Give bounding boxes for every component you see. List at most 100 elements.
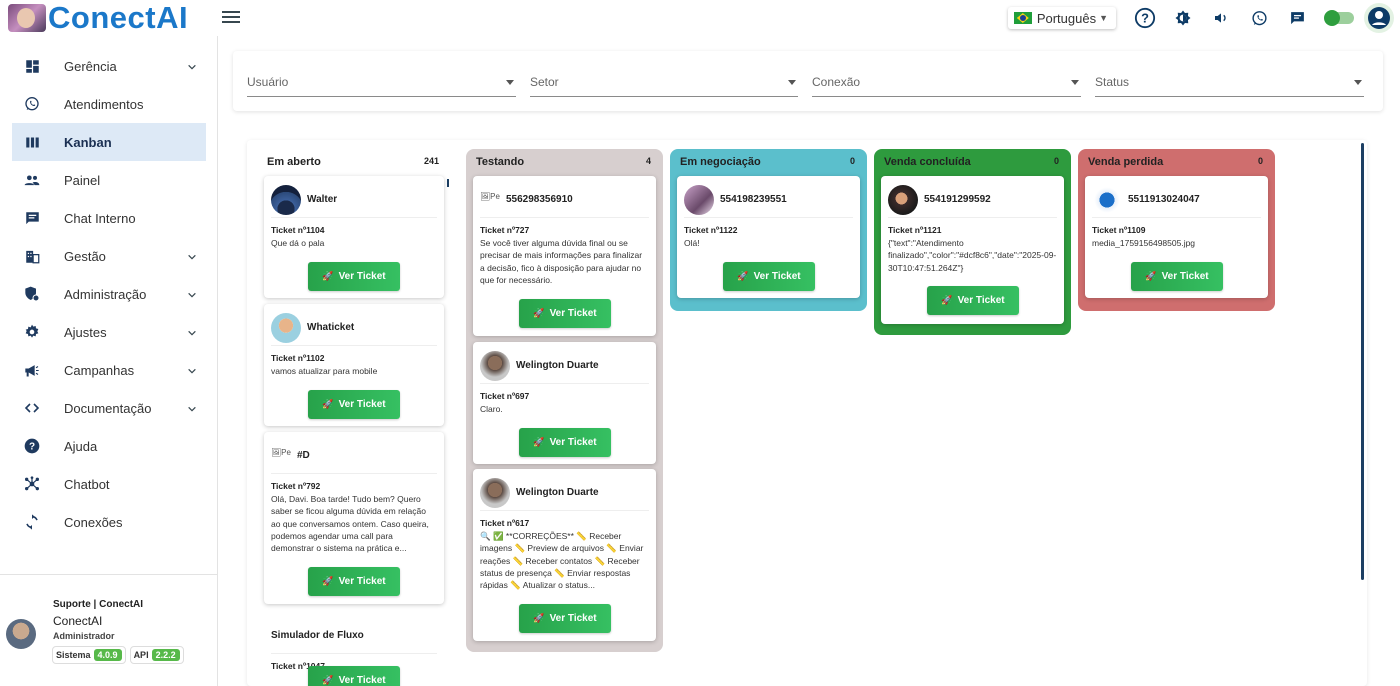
ticket-card[interactable]: Welington Duarte Ticket nº617 🔍 ✅ **CORREÇ… bbox=[473, 469, 656, 641]
lane-header: Em aberto 241 bbox=[267, 156, 439, 172]
ver-ticket-label: Ver Ticket bbox=[753, 271, 801, 282]
help-circle-icon[interactable]: ? bbox=[1134, 7, 1156, 29]
sidebar-item-administracao[interactable]: Administração bbox=[0, 275, 217, 313]
ver-ticket-button[interactable]: 🚀 Ver Ticket bbox=[519, 428, 611, 457]
lane-header: Testando 4 bbox=[476, 156, 651, 172]
ticket-card[interactable]: 🖼Pe 556298356910 Ticket nº727 Se você tiver… bbox=[473, 176, 656, 336]
sidebar-item-label: Documentação bbox=[64, 400, 152, 416]
sidebar-item-ajustes[interactable]: Ajustes bbox=[0, 313, 217, 351]
ver-ticket-label: Ver Ticket bbox=[338, 271, 386, 282]
sidebar-item-painel[interactable]: Painel bbox=[0, 161, 217, 199]
rocket-icon: 🚀 bbox=[941, 295, 953, 305]
card-header: Welington Duarte bbox=[480, 348, 649, 384]
sidebar-item-chat-interno[interactable]: Chat Interno bbox=[0, 199, 217, 237]
svg-text:?: ? bbox=[29, 442, 35, 453]
ver-ticket-button[interactable]: 🚀 Ver Ticket bbox=[308, 390, 400, 419]
menu-toggle-button[interactable] bbox=[222, 8, 240, 26]
sidebar-item-label: Campanhas bbox=[64, 362, 135, 378]
sidebar: Gerência Atendimentos Kanban Painel Chat Int… bbox=[0, 36, 218, 686]
chevron-down-icon[interactable] bbox=[187, 60, 197, 75]
hub-icon bbox=[24, 476, 40, 492]
contact-name: Simulador de Fluxo bbox=[271, 630, 364, 641]
ver-ticket-label: Ver Ticket bbox=[957, 295, 1005, 306]
sidebar-item-chatbot[interactable]: Chatbot bbox=[0, 465, 217, 503]
lane-scrollbar[interactable] bbox=[447, 179, 449, 187]
last-message: Que dá o pala bbox=[271, 238, 325, 248]
sidebar-nav: Gerência Atendimentos Kanban Painel Chat Int… bbox=[0, 47, 217, 541]
logo-text: ConectAI bbox=[48, 0, 189, 35]
contact-avatar bbox=[1092, 184, 1122, 215]
sidebar-item-gerencia[interactable]: Gerência bbox=[0, 47, 217, 85]
contact-name: Welington Duarte bbox=[516, 487, 599, 498]
user-avatar[interactable] bbox=[6, 619, 36, 649]
ticket-card[interactable]: Walter Ticket nº1104 Que dá o pala 🚀 Ver Tic… bbox=[264, 176, 444, 298]
chevron-down-icon[interactable] bbox=[187, 288, 197, 303]
card-header: 554198239551 bbox=[684, 182, 853, 218]
ticket-number: Ticket nº697 bbox=[480, 391, 530, 401]
ver-ticket-button[interactable]: 🚀 Ver Ticket bbox=[723, 262, 815, 291]
card-header: 🖼Pe 556298356910 bbox=[480, 182, 649, 218]
chat-icon[interactable] bbox=[1286, 7, 1308, 29]
rocket-icon: 🚀 bbox=[737, 271, 749, 281]
user-name: ConectAI bbox=[53, 614, 103, 628]
ver-ticket-button[interactable]: 🚀 Ver Ticket bbox=[519, 604, 611, 633]
ticket-card[interactable]: 554191299592 Ticket nº1121 {"text":"Atendi… bbox=[881, 176, 1064, 324]
ver-ticket-button[interactable]: 🚀 Ver Ticket bbox=[308, 567, 400, 596]
ticket-card[interactable]: 5511913024047 Ticket nº1109 media_17591564… bbox=[1085, 176, 1268, 298]
sidebar-item-conexoes[interactable]: Conexões bbox=[0, 503, 217, 541]
language-selector[interactable]: Português ▼ bbox=[1008, 7, 1116, 29]
ver-ticket-button[interactable]: 🚀 Ver Ticket bbox=[519, 299, 611, 328]
chevron-down-icon[interactable] bbox=[187, 326, 197, 341]
sidebar-item-gestao[interactable]: Gestão bbox=[0, 237, 217, 275]
top-bar: ConectAI Português ▼ ? bbox=[0, 0, 1400, 36]
theme-toggle[interactable] bbox=[1324, 10, 1354, 26]
lane-title: Em negociação bbox=[680, 156, 761, 168]
sidebar-item-atendimentos[interactable]: Atendimentos bbox=[0, 85, 217, 123]
contact-name: 554191299592 bbox=[924, 194, 991, 205]
sidebar-item-label: Conexões bbox=[64, 514, 123, 530]
status-filter-select[interactable]: Status bbox=[1095, 75, 1364, 97]
ticket-number: Ticket nº1104 bbox=[271, 225, 325, 235]
sidebar-item-campanhas[interactable]: Campanhas bbox=[0, 351, 217, 389]
sidebar-item-label: Atendimentos bbox=[64, 96, 144, 112]
chevron-down-icon[interactable] bbox=[187, 250, 197, 265]
logo[interactable]: ConectAI bbox=[8, 0, 189, 35]
ticket-card[interactable]: Whaticket Ticket nº1102 vamos atualizar pa… bbox=[264, 304, 444, 426]
card-header: 554191299592 bbox=[888, 182, 1057, 218]
last-message: Olá, Davi. Boa tarde! Tudo bem? Quero sa… bbox=[271, 494, 429, 554]
ticket-card[interactable]: 🖼Pe #D Ticket nº792 Olá, Davi. Boa tarde! T… bbox=[264, 432, 444, 604]
connection-filter-select[interactable]: Conexão bbox=[812, 75, 1081, 97]
user-filter-select[interactable]: Usuário bbox=[247, 75, 516, 97]
brightness-icon[interactable] bbox=[1172, 7, 1194, 29]
ticket-card[interactable]: 554198239551 Ticket nº1122 Olá! 🚀 Ver Ticket bbox=[677, 176, 860, 298]
sidebar-item-kanban[interactable]: Kanban bbox=[12, 123, 206, 161]
account-icon[interactable] bbox=[1364, 3, 1394, 33]
ver-ticket-button[interactable]: 🚀 Ver Ticket bbox=[308, 666, 400, 686]
rocket-icon: 🚀 bbox=[533, 613, 545, 623]
ver-ticket-label: Ver Ticket bbox=[549, 613, 597, 624]
card-header: Whaticket bbox=[271, 310, 437, 346]
sync-icon bbox=[24, 514, 40, 530]
sector-filter-select[interactable]: Setor bbox=[530, 75, 798, 97]
ver-ticket-button[interactable]: 🚀 Ver Ticket bbox=[927, 286, 1019, 315]
contact-name: 556298356910 bbox=[506, 194, 573, 205]
ticket-card[interactable]: Welington Duarte Ticket nº697 Claro. 🚀 Ver T… bbox=[473, 342, 656, 464]
chevron-down-icon[interactable] bbox=[187, 402, 197, 417]
whatsapp-icon[interactable] bbox=[1248, 7, 1270, 29]
card-header: 5511913024047 bbox=[1092, 182, 1261, 218]
volume-icon[interactable] bbox=[1210, 7, 1232, 29]
last-message: Se você tiver alguma dúvida final ou se … bbox=[480, 238, 643, 285]
sidebar-item-documentacao[interactable]: Documentação bbox=[0, 389, 217, 427]
ticket-card[interactable]: Simulador de Fluxo Ticket nº1047 🚀 Ver Tick… bbox=[264, 612, 444, 686]
chevron-down-icon[interactable] bbox=[187, 364, 197, 379]
sidebar-item-ajuda[interactable]: ? Ajuda bbox=[0, 427, 217, 465]
board-scrollbar[interactable] bbox=[1361, 143, 1364, 580]
people-icon bbox=[24, 172, 40, 188]
ticket-number: Ticket nº1121 bbox=[888, 225, 942, 235]
last-message: 🔍 ✅ **CORREÇÕES** 📏 Receber imagens 📏 Pr… bbox=[480, 531, 644, 591]
ver-ticket-label: Ver Ticket bbox=[1161, 271, 1209, 282]
ver-ticket-button[interactable]: 🚀 Ver Ticket bbox=[308, 262, 400, 291]
ver-ticket-button[interactable]: 🚀 Ver Ticket bbox=[1131, 262, 1223, 291]
ver-ticket-label: Ver Ticket bbox=[338, 675, 386, 686]
api-version-label: API bbox=[133, 650, 149, 660]
